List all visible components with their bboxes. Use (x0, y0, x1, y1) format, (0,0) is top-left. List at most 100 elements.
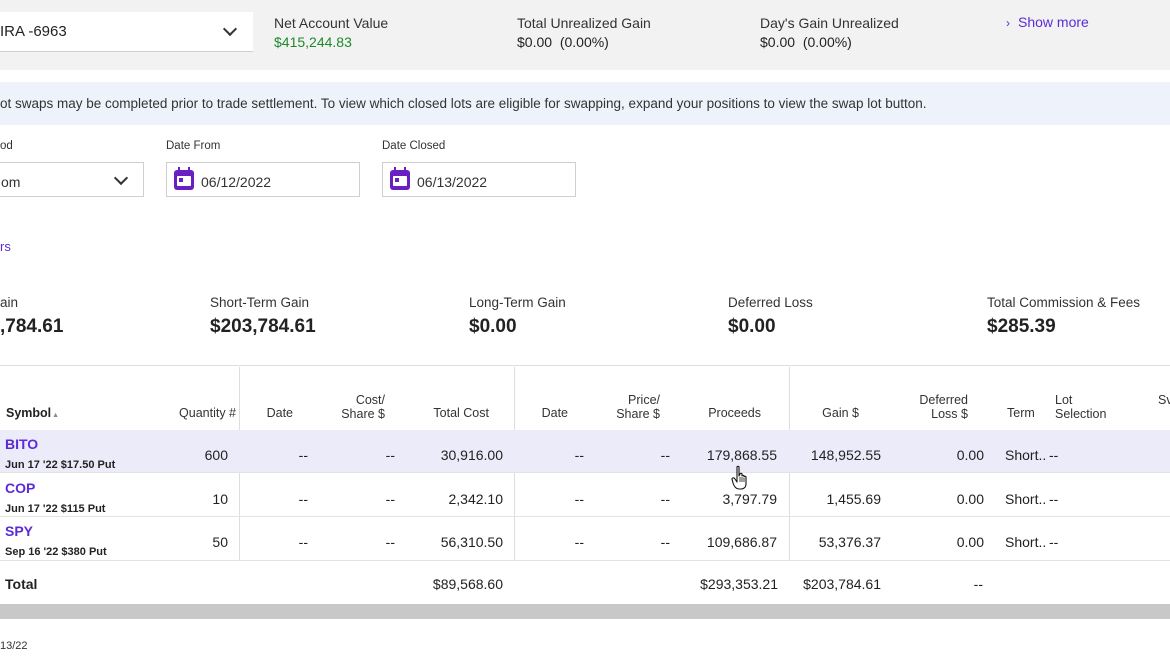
date-closed-label: Date Closed (382, 140, 446, 152)
total-cost-total: $89,568.60 (432, 576, 503, 592)
term-cell: Short.. (1005, 534, 1047, 550)
total-gain-label: ain (0, 295, 19, 310)
long-term-gain-value: $0.00 (469, 316, 517, 337)
proceeds-cell: 109,686.87 (706, 534, 777, 550)
deferred-loss-cell: 0.00 (956, 534, 984, 550)
show-more-link[interactable]: › Show more (1006, 14, 1089, 30)
table-row[interactable]: SPY Sep 16 '22 $380 Put 50 -- -- 56,310.… (0, 518, 1170, 561)
quantity-cell: 50 (212, 534, 228, 550)
term-cell: Short.. (1005, 491, 1047, 507)
cost-share-cell: -- (385, 447, 395, 463)
price-share-cell: -- (660, 534, 670, 550)
close-date-cell: -- (574, 491, 584, 507)
symbol-link[interactable]: SPY (5, 523, 33, 539)
short-term-gain-label: Short-Term Gain (210, 295, 310, 310)
open-date-cell: -- (298, 447, 308, 463)
gain-cell: 1,455.69 (826, 491, 882, 507)
deferred-loss-cell: 0.00 (956, 491, 984, 507)
period-select-value: om (1, 174, 21, 190)
table-total-row: Total $89,568.60 $293,353.21 $203,784.61… (0, 562, 1170, 604)
quantity-cell: 600 (204, 447, 228, 463)
short-term-gain-value: $203,784.61 (210, 316, 316, 337)
account-select[interactable]: IRA -6963 (0, 12, 253, 52)
net-account-value-label: Net Account Value (274, 15, 389, 31)
lot-selection-cell: -- (1049, 491, 1059, 507)
column-header-cost-share[interactable]: Cost/Share $ (320, 393, 385, 421)
chevron-down-icon (113, 170, 129, 186)
total-label: Total (5, 576, 38, 592)
open-date-cell: -- (298, 491, 308, 507)
calendar-icon[interactable] (390, 167, 410, 190)
gain-cell: 148,952.55 (810, 447, 881, 463)
symbol-link[interactable]: BITO (5, 436, 38, 452)
info-banner: ot swaps may be completed prior to trade… (0, 82, 1170, 125)
quantity-cell: 10 (212, 491, 228, 507)
column-header-deferred-loss[interactable]: Deferred Loss $ (880, 393, 968, 421)
date-from-field[interactable]: 06/12/2022 (166, 162, 360, 197)
days-gain-value: $0.00 (0.00%) (760, 34, 852, 50)
price-share-cell: -- (660, 447, 670, 463)
chevron-down-icon (222, 21, 238, 37)
total-cost-cell: 2,342.10 (448, 491, 504, 507)
days-gain-label: Day's Gain Unrealized (760, 15, 899, 31)
lot-selection-cell: -- (1049, 534, 1059, 550)
column-header-term[interactable]: Term (1007, 406, 1037, 420)
column-header-proceeds[interactable]: Proceeds (680, 406, 761, 420)
table-row[interactable]: BITO Jun 17 '22 $17.50 Put 600 -- -- 30,… (0, 430, 1170, 473)
cost-share-cell: -- (385, 491, 395, 507)
horizontal-scrollbar[interactable] (0, 604, 1170, 619)
price-share-cell: -- (660, 491, 670, 507)
column-header-price-share[interactable]: Price/Share $ (595, 393, 660, 421)
position-description: Jun 17 '22 $115 Put (5, 503, 106, 515)
column-header-symbol[interactable]: Symbol▲ (6, 406, 59, 420)
total-cost-cell: 30,916.00 (440, 447, 503, 463)
lot-selection-cell: -- (1049, 447, 1059, 463)
deferred-loss-total: -- (973, 576, 983, 592)
sort-arrow-icon: ▲ (52, 412, 60, 419)
table-top-border (0, 365, 1170, 366)
period-select[interactable]: om (0, 162, 144, 197)
position-description: Sep 16 '22 $380 Put (5, 546, 107, 558)
hand-cursor-icon (731, 465, 747, 490)
table-row[interactable]: COP Jun 17 '22 $115 Put 10 -- -- 2,342.1… (0, 474, 1170, 517)
total-gain-value: ,784.61 (0, 316, 64, 337)
calendar-icon[interactable] (174, 167, 194, 190)
gain-total: $203,784.61 (803, 576, 881, 592)
date-from-value: 06/12/2022 (201, 174, 272, 190)
filters-link[interactable]: rs (0, 239, 11, 254)
column-header-lot-selection[interactable]: Lot Selection (1055, 393, 1125, 421)
unrealized-gain-label: Total Unrealized Gain (517, 15, 651, 31)
column-header-swap[interactable]: Sv (1158, 393, 1170, 407)
banner-text: ot swaps may be completed prior to trade… (0, 96, 927, 111)
commission-fees-value: $285.39 (987, 316, 1056, 337)
deferred-loss-cell: 0.00 (956, 447, 984, 463)
column-header-total-cost[interactable]: Total Cost (400, 406, 489, 420)
position-description: Jun 17 '22 $17.50 Put (5, 459, 116, 471)
term-cell: Short.. (1005, 447, 1047, 463)
date-closed-field[interactable]: 06/13/2022 (382, 162, 576, 197)
symbol-link[interactable]: COP (5, 480, 35, 496)
column-header-open-date[interactable]: Date (250, 406, 293, 420)
net-account-value: $415,244.83 (274, 34, 352, 50)
footer-date: 13/22 (0, 640, 28, 652)
chevron-right-icon: › (1006, 16, 1010, 30)
gain-cell: 53,376.37 (818, 534, 881, 550)
close-date-cell: -- (574, 534, 584, 550)
date-from-label: Date From (166, 140, 221, 152)
column-header-quantity[interactable]: Quantity # (150, 406, 236, 420)
period-label: od (0, 140, 13, 152)
proceeds-total: $293,353.21 (700, 576, 778, 592)
deferred-loss-label: Deferred Loss (728, 295, 813, 310)
commission-fees-label: Total Commission & Fees (987, 295, 1141, 310)
date-closed-value: 06/13/2022 (417, 174, 488, 190)
deferred-loss-value: $0.00 (728, 316, 776, 337)
account-select-value: IRA -6963 (0, 23, 67, 40)
column-header-close-date[interactable]: Date (525, 406, 568, 420)
proceeds-cell: 3,797.79 (722, 491, 778, 507)
close-date-cell: -- (574, 447, 584, 463)
unrealized-gain-value: $0.00 (0.00%) (517, 34, 609, 50)
column-header-gain[interactable]: Gain $ (800, 406, 859, 420)
cost-share-cell: -- (385, 534, 395, 550)
long-term-gain-label: Long-Term Gain (469, 295, 566, 310)
open-date-cell: -- (298, 534, 308, 550)
